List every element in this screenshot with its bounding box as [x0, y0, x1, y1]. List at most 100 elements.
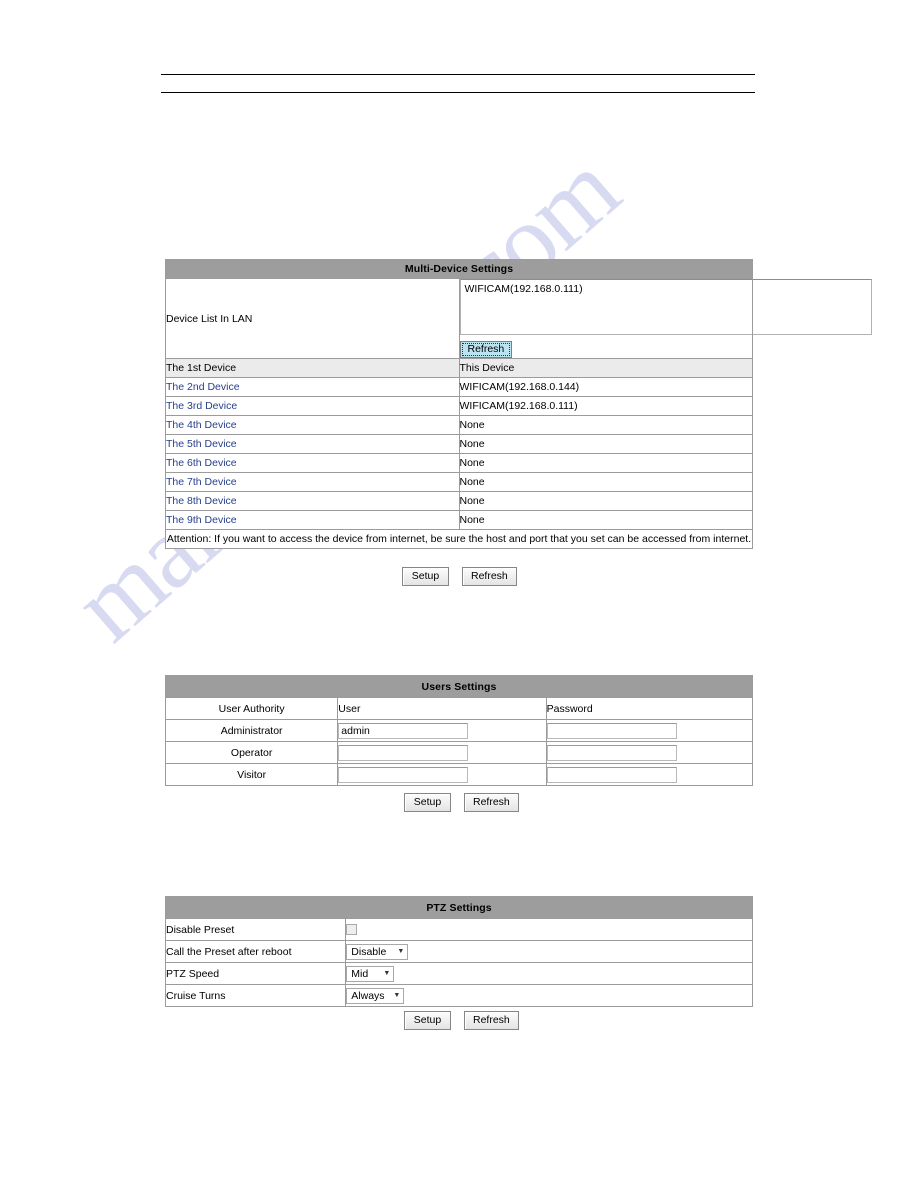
- ptz-value-cruise-turns: Always ▼: [345, 984, 753, 1007]
- users-cell-password-visitor: [545, 763, 754, 786]
- table-row: Administrator admin: [164, 719, 754, 742]
- device-name-6[interactable]: The 6th Device: [165, 453, 460, 473]
- ptz-label-call-preset-after-reboot: Call the Preset after reboot: [164, 940, 347, 963]
- user-input-operator[interactable]: [338, 744, 469, 761]
- table-row: The 5th Device None: [165, 434, 753, 454]
- device-name-1: The 1st Device: [165, 358, 460, 378]
- device-name-3[interactable]: The 3rd Device: [165, 396, 460, 416]
- device-value-1: This Device: [458, 358, 753, 378]
- device-value-3: WIFICAM(192.168.0.111): [458, 396, 753, 416]
- multi-device-setup-button[interactable]: Setup: [402, 567, 449, 586]
- document-page: Multi-Device Settings Device List In LAN…: [0, 0, 918, 1188]
- call-preset-after-reboot-select[interactable]: Disable ▼: [346, 943, 409, 960]
- lan-device-list-box[interactable]: WIFICAM(192.168.0.111): [459, 279, 872, 335]
- device-link-3[interactable]: The 3rd Device: [166, 400, 237, 412]
- device-list-label: Device List In LAN: [165, 278, 460, 359]
- table-row: The 2nd Device WIFICAM(192.168.0.144): [165, 377, 753, 397]
- users-header-row: User Authority User Password: [164, 697, 754, 720]
- ptz-label-ptz-speed: PTZ Speed: [164, 962, 347, 985]
- table-row: PTZ Speed Mid ▼: [164, 962, 753, 985]
- device-link-4[interactable]: The 4th Device: [166, 419, 237, 431]
- device-link-9[interactable]: The 9th Device: [166, 514, 237, 526]
- call-preset-after-reboot-selected-value: Disable: [351, 945, 387, 958]
- table-row: The 4th Device None: [165, 415, 753, 435]
- users-cell-user-administrator: admin: [337, 719, 547, 742]
- table-row: Cruise Turns Always ▼: [164, 984, 753, 1007]
- multi-device-button-row: Setup Refresh: [402, 567, 517, 586]
- multi-device-title: Multi-Device Settings: [165, 259, 753, 279]
- disable-preset-checkbox[interactable]: [346, 924, 358, 936]
- users-header-password: Password: [545, 697, 754, 720]
- users-setup-button[interactable]: Setup: [404, 793, 451, 812]
- multi-device-settings-panel: Multi-Device Settings Device List In LAN…: [165, 259, 872, 549]
- header-rule-bottom: [161, 92, 755, 93]
- device-value-6: None: [458, 453, 753, 473]
- users-header-user: User: [337, 697, 547, 720]
- ptz-button-row: Setup Refresh: [404, 1011, 519, 1030]
- device-value-8: None: [458, 491, 753, 511]
- device-name-7[interactable]: The 7th Device: [165, 472, 460, 492]
- users-header-authority: User Authority: [164, 697, 339, 720]
- table-row: The 8th Device None: [165, 491, 753, 511]
- table-row: The 3rd Device WIFICAM(192.168.0.111): [165, 396, 753, 416]
- user-input-administrator[interactable]: admin: [338, 722, 469, 739]
- chevron-down-icon: ▼: [393, 992, 401, 999]
- panel-title-row: PTZ Settings: [165, 896, 753, 919]
- device-name-2[interactable]: The 2nd Device: [165, 377, 460, 397]
- ptz-value-call-preset-after-reboot: Disable ▼: [345, 940, 753, 963]
- device-value-4: None: [458, 415, 753, 435]
- header-rule-top: [161, 74, 755, 75]
- users-row-label-administrator: Administrator: [164, 719, 339, 742]
- ptz-setup-button[interactable]: Setup: [404, 1011, 451, 1030]
- password-input-operator[interactable]: [546, 744, 677, 761]
- users-title: Users Settings: [165, 675, 753, 698]
- chevron-down-icon: ▼: [397, 948, 405, 955]
- device-name-5[interactable]: The 5th Device: [165, 434, 460, 454]
- users-refresh-button[interactable]: Refresh: [464, 793, 519, 812]
- device-value-9: None: [458, 510, 753, 530]
- device-link-7[interactable]: The 7th Device: [166, 476, 237, 488]
- users-row-label-operator: Operator: [164, 741, 339, 764]
- panel-title-row: Users Settings: [165, 675, 753, 698]
- lan-refresh-wrap: Refresh: [459, 335, 753, 358]
- users-cell-password-administrator: [545, 719, 754, 742]
- device-list-cell: WIFICAM(192.168.0.111) Refresh: [458, 278, 872, 359]
- cruise-turns-select[interactable]: Always ▼: [346, 987, 405, 1004]
- device-name-8[interactable]: The 8th Device: [165, 491, 460, 511]
- table-row: Operator: [164, 741, 754, 764]
- ptz-label-disable-preset: Disable Preset: [164, 918, 347, 941]
- ptz-title: PTZ Settings: [165, 896, 753, 919]
- device-value-2: WIFICAM(192.168.0.144): [458, 377, 753, 397]
- device-link-8[interactable]: The 8th Device: [166, 495, 237, 507]
- users-cell-user-visitor: [337, 763, 547, 786]
- multi-device-refresh-button[interactable]: Refresh: [462, 567, 517, 586]
- ptz-label-cruise-turns: Cruise Turns: [164, 984, 347, 1007]
- ptz-value-disable-preset: [345, 918, 753, 941]
- password-input-administrator[interactable]: [546, 722, 677, 739]
- users-button-row: Setup Refresh: [404, 793, 519, 812]
- chevron-down-icon: ▼: [383, 970, 391, 977]
- panel-title-row: Multi-Device Settings: [165, 259, 753, 279]
- password-input-visitor[interactable]: [546, 766, 677, 783]
- device-link-2[interactable]: The 2nd Device: [166, 381, 240, 393]
- users-cell-user-operator: [337, 741, 547, 764]
- table-row: Visitor: [164, 763, 754, 786]
- device-name-4[interactable]: The 4th Device: [165, 415, 460, 435]
- ptz-settings-panel: PTZ Settings Disable Preset Call the Pre…: [164, 896, 753, 1007]
- ptz-refresh-button[interactable]: Refresh: [464, 1011, 519, 1030]
- table-row: The 9th Device None: [165, 510, 753, 530]
- lan-refresh-button[interactable]: Refresh: [459, 341, 513, 358]
- device-link-5[interactable]: The 5th Device: [166, 438, 237, 450]
- device-list-row: Device List In LAN WIFICAM(192.168.0.111…: [165, 278, 872, 359]
- device-name-9[interactable]: The 9th Device: [165, 510, 460, 530]
- device-value-5: None: [458, 434, 753, 454]
- table-row: The 6th Device None: [165, 453, 753, 473]
- device-value-7: None: [458, 472, 753, 492]
- attention-note: Attention: If you want to access the dev…: [165, 529, 753, 549]
- users-row-label-visitor: Visitor: [164, 763, 339, 786]
- ptz-speed-select[interactable]: Mid ▼: [346, 965, 395, 982]
- user-input-visitor[interactable]: [338, 766, 469, 783]
- ptz-speed-selected-value: Mid: [351, 967, 369, 980]
- attention-row: Attention: If you want to access the dev…: [165, 529, 753, 549]
- device-link-6[interactable]: The 6th Device: [166, 457, 237, 469]
